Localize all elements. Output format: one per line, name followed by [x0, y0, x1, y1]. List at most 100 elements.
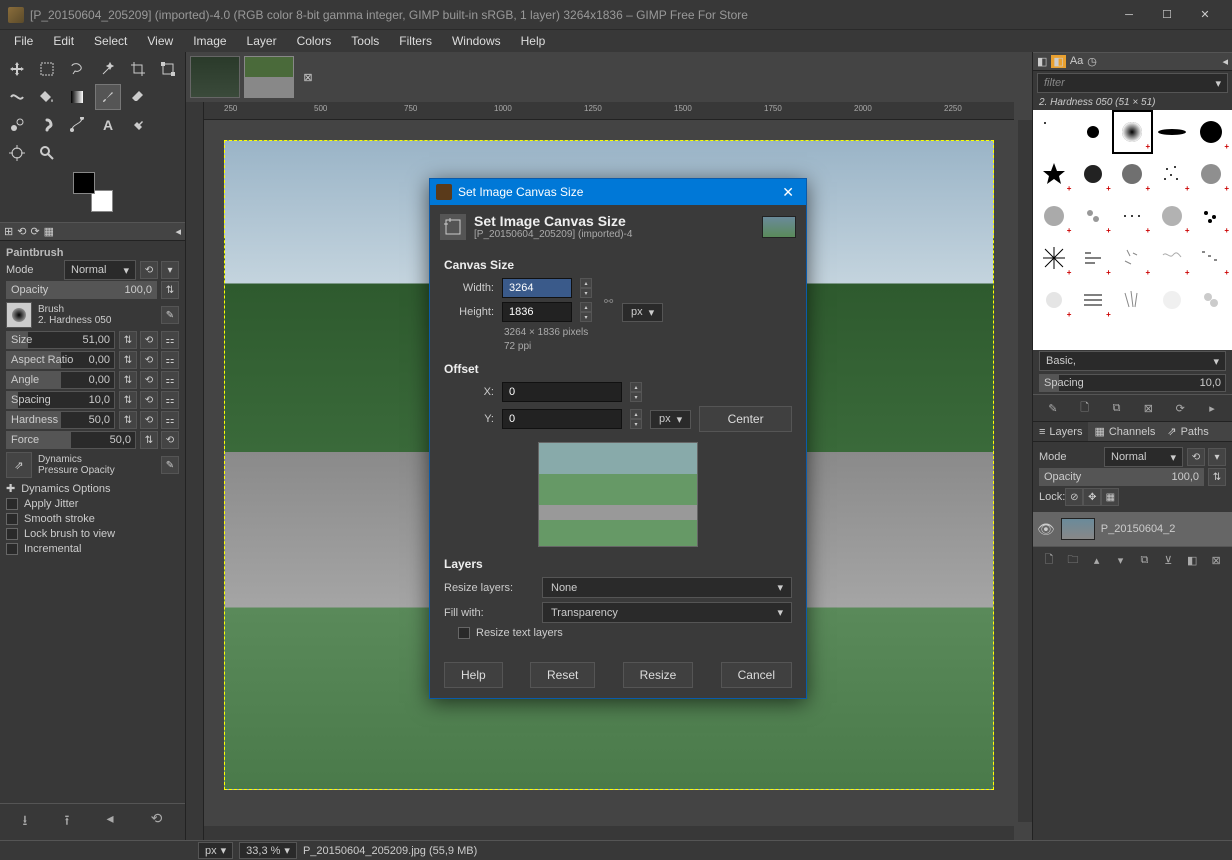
- tab-2[interactable]: [244, 56, 294, 98]
- mode-select[interactable]: Normal▾: [64, 260, 136, 280]
- save-options-icon[interactable]: ⭳: [23, 810, 28, 834]
- rect-select-tool[interactable]: [34, 56, 60, 82]
- tab-close-icon[interactable]: ⊠: [298, 56, 318, 98]
- jitter-checkbox[interactable]: Apply Jitter: [6, 498, 179, 510]
- brush-item[interactable]: [1153, 112, 1190, 152]
- dialog-titlebar[interactable]: Set Image Canvas Size ✕: [430, 179, 806, 205]
- refresh-brush-icon[interactable]: ⟳: [1171, 399, 1189, 417]
- opts-undo-icon[interactable]: ⟲: [17, 225, 26, 238]
- brush-item[interactable]: [1074, 112, 1111, 152]
- ruler-horizontal[interactable]: 250 500 750 1000 1250 1500 1750 2000 225…: [204, 102, 1014, 120]
- zoom-tool[interactable]: [34, 140, 60, 166]
- scrollbar-horizontal[interactable]: [204, 826, 1014, 840]
- brush-spacing-slider[interactable]: Spacing10,0: [1039, 374, 1226, 392]
- path-tool[interactable]: [64, 112, 90, 138]
- brush-item[interactable]: +: [1074, 238, 1111, 278]
- reset-options-icon[interactable]: ⟲: [151, 810, 163, 834]
- height-input[interactable]: [502, 302, 572, 322]
- status-zoom-select[interactable]: 33,3 %▾: [239, 842, 297, 859]
- brush-item[interactable]: +: [1193, 196, 1230, 236]
- menu-colors[interactable]: Colors: [287, 31, 342, 51]
- resize-layers-select[interactable]: None▾: [542, 577, 792, 598]
- del-layer-icon[interactable]: ⊠: [1207, 551, 1225, 569]
- height-up[interactable]: ▴: [580, 302, 592, 312]
- layer-item[interactable]: 👁 P_20150604_2: [1033, 512, 1232, 546]
- new-group-icon[interactable]: 🗀: [1064, 551, 1082, 569]
- gradient-tool[interactable]: [64, 84, 90, 110]
- brush-item[interactable]: +: [1114, 112, 1151, 152]
- offset-preview[interactable]: [538, 442, 698, 547]
- brush-item[interactable]: +: [1114, 238, 1151, 278]
- ruler-vertical[interactable]: [186, 102, 204, 840]
- dynamics-options-expand[interactable]: ✚Dynamics Options: [6, 482, 179, 495]
- aspect-slider[interactable]: Aspect Ratio0,00: [6, 351, 115, 369]
- layer-up-icon[interactable]: ▴: [1088, 551, 1106, 569]
- layers-tab[interactable]: ≡Layers: [1033, 422, 1088, 441]
- smooth-checkbox[interactable]: Smooth stroke: [6, 513, 179, 525]
- brush-item[interactable]: +: [1074, 280, 1111, 320]
- dialog-close-icon[interactable]: ✕: [776, 184, 800, 201]
- transform-tool[interactable]: [155, 56, 181, 82]
- brush-item[interactable]: +: [1035, 280, 1072, 320]
- y-input[interactable]: [502, 409, 622, 429]
- tab-1[interactable]: [190, 56, 240, 98]
- brush-item[interactable]: +: [1153, 238, 1190, 278]
- edit-brush-icon[interactable]: ✎: [1044, 399, 1062, 417]
- angle-slider[interactable]: Angle0,00: [6, 371, 115, 389]
- menu-view[interactable]: View: [137, 31, 183, 51]
- menu-file[interactable]: File: [4, 31, 43, 51]
- reset-button[interactable]: Reset: [530, 662, 595, 688]
- layer-opacity-slider[interactable]: Opacity100,0: [1039, 468, 1204, 486]
- new-brush-icon[interactable]: 🗋: [1076, 399, 1094, 417]
- dup-brush-icon[interactable]: ⧉: [1108, 399, 1126, 417]
- brush-item[interactable]: +: [1153, 196, 1190, 236]
- brush-preset-select[interactable]: Basic,▾: [1039, 351, 1226, 371]
- dynamics-edit-icon[interactable]: ✎: [161, 456, 179, 474]
- fill-with-select[interactable]: Transparency▾: [542, 602, 792, 623]
- picker-tool[interactable]: [4, 140, 30, 166]
- del-brush-icon[interactable]: ⊠: [1139, 399, 1157, 417]
- help-button[interactable]: Help: [444, 662, 503, 688]
- width-up[interactable]: ▴: [580, 278, 592, 288]
- brush-item[interactable]: +: [1035, 238, 1072, 278]
- brush-item[interactable]: +: [1153, 154, 1190, 194]
- menu-tools[interactable]: Tools: [341, 31, 389, 51]
- menu-image[interactable]: Image: [183, 31, 236, 51]
- heal-tool[interactable]: [125, 112, 151, 138]
- width-input[interactable]: [502, 278, 572, 298]
- menu-help[interactable]: Help: [511, 31, 556, 51]
- right-panel-menu-icon[interactable]: ◂: [1222, 55, 1228, 68]
- visibility-icon[interactable]: 👁: [1037, 521, 1055, 538]
- lasso-tool[interactable]: [64, 56, 90, 82]
- layer-thumbnail[interactable]: [1061, 518, 1095, 540]
- bucket-tool[interactable]: [34, 84, 60, 110]
- lock-pixels-icon[interactable]: ⊘: [1065, 488, 1083, 506]
- paths-tab[interactable]: ⇗Paths: [1161, 422, 1214, 441]
- resize-text-checkbox[interactable]: Resize text layers: [458, 627, 792, 639]
- merge-layer-icon[interactable]: ⊻: [1159, 551, 1177, 569]
- menu-windows[interactable]: Windows: [442, 31, 511, 51]
- scrollbar-vertical[interactable]: [1018, 120, 1032, 822]
- clone-tool[interactable]: [4, 112, 30, 138]
- chain-icon[interactable]: ⚯: [604, 295, 613, 308]
- eraser-tool[interactable]: [125, 84, 151, 110]
- new-layer-icon[interactable]: 🗋: [1040, 551, 1058, 569]
- layer-mode-select[interactable]: Normal▾: [1104, 447, 1183, 467]
- brush-preview[interactable]: [6, 302, 32, 328]
- menu-edit[interactable]: Edit: [43, 31, 84, 51]
- brush-item[interactable]: +: [1114, 196, 1151, 236]
- hardness-slider[interactable]: Hardness50,0: [6, 411, 115, 429]
- size-slider[interactable]: Size51,00: [6, 331, 115, 349]
- fg-color[interactable]: [73, 172, 95, 194]
- opacity-slider[interactable]: Opacity100,0: [6, 281, 157, 299]
- brush-item[interactable]: +: [1193, 238, 1230, 278]
- brush-item[interactable]: +: [1074, 196, 1111, 236]
- close-button[interactable]: ✕: [1186, 2, 1224, 28]
- brush-item[interactable]: +: [1035, 196, 1072, 236]
- patterns-tab-icon[interactable]: ◧: [1051, 55, 1065, 68]
- brush-item[interactable]: [1153, 280, 1190, 320]
- lock-position-icon[interactable]: ✥: [1083, 488, 1101, 506]
- fonts-tab-icon[interactable]: Aa: [1070, 55, 1083, 68]
- brush-filter-input[interactable]: filter▾: [1037, 73, 1228, 93]
- panel-menu-icon[interactable]: ◂: [175, 225, 181, 238]
